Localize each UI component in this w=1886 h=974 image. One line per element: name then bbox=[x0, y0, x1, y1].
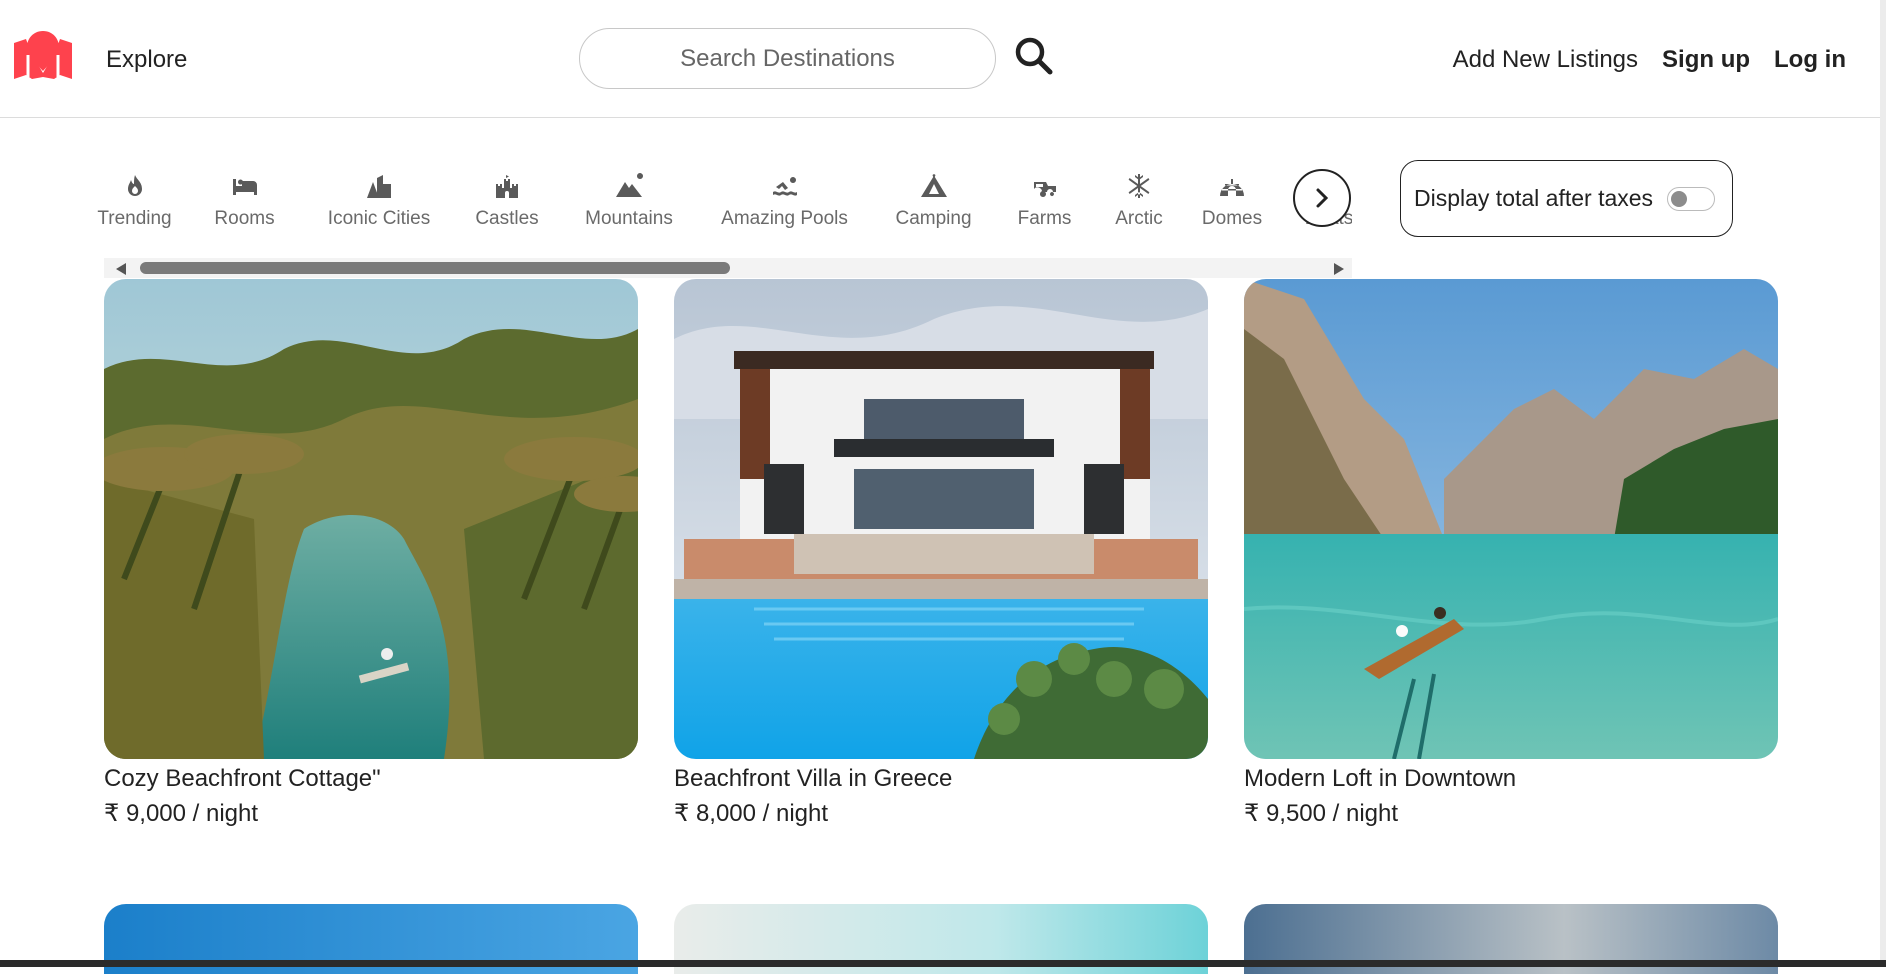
scroll-right-arrow-icon[interactable] bbox=[1334, 263, 1344, 275]
filter-label: Arctic bbox=[1115, 208, 1163, 229]
search-input[interactable] bbox=[580, 28, 995, 89]
listing-image[interactable] bbox=[104, 279, 638, 759]
scroll-left-arrow-icon[interactable] bbox=[116, 263, 126, 275]
filter-farms[interactable]: Farms bbox=[1018, 160, 1071, 260]
nav-links: Add New Listings Sign up Log in bbox=[1453, 46, 1846, 74]
listing-price: ₹ 9,500 / night bbox=[1244, 800, 1399, 827]
filter-label: Trending bbox=[97, 208, 172, 229]
filter-scrollbar[interactable] bbox=[104, 258, 1352, 278]
filter-iconic-cities[interactable]: Iconic Cities bbox=[328, 160, 430, 260]
filter-label: Mountains bbox=[585, 208, 673, 229]
filter-scroll-next-button[interactable] bbox=[1293, 169, 1351, 227]
listing-card[interactable]: Modern Loft in Downtown ₹ 9,500 / night bbox=[1244, 279, 1778, 828]
explore-link[interactable]: Explore bbox=[106, 46, 187, 74]
add-new-listing-link[interactable]: Add New Listings bbox=[1453, 46, 1638, 74]
filter-trending[interactable]: Trending bbox=[96, 160, 179, 260]
listing-title: Beachfront Villa in Greece bbox=[674, 765, 953, 792]
filter-mountains[interactable]: Mountains bbox=[584, 160, 674, 260]
city-icon bbox=[367, 175, 391, 198]
mountain-icon bbox=[616, 173, 643, 197]
filter-arctic[interactable]: Arctic bbox=[1115, 160, 1163, 260]
signup-link[interactable]: Sign up bbox=[1662, 46, 1750, 74]
fire-icon bbox=[127, 175, 142, 196]
login-link[interactable]: Log in bbox=[1774, 46, 1846, 74]
filter-label: Castles bbox=[475, 208, 539, 229]
filter-label: Camping bbox=[895, 208, 972, 229]
listing-title: Cozy Beachfront Cottage" bbox=[104, 765, 381, 792]
listing-price: ₹ 8,000 / night bbox=[674, 800, 829, 827]
filter-list: Trending Rooms Iconic Cities Castles Mou… bbox=[96, 160, 1352, 260]
listing-image[interactable] bbox=[674, 279, 1208, 759]
tax-switch[interactable] bbox=[1667, 186, 1716, 211]
filter-label: Farms bbox=[1017, 208, 1072, 229]
bed-icon bbox=[232, 179, 257, 195]
filter-amazing-pools[interactable]: Amazing Pools bbox=[721, 160, 848, 260]
filter-label: Rooms bbox=[214, 208, 275, 229]
listing-title: Modern Loft in Downtown bbox=[1244, 765, 1517, 792]
tent-icon bbox=[920, 174, 947, 197]
castle-icon bbox=[496, 175, 518, 198]
window-edge bbox=[1880, 0, 1886, 967]
window-bottom-border bbox=[0, 960, 1886, 967]
igloo-icon bbox=[1220, 179, 1244, 196]
swimmer-icon bbox=[772, 177, 797, 196]
search-box bbox=[579, 28, 996, 89]
filter-label: Domes bbox=[1201, 208, 1263, 229]
filter-camping[interactable]: Camping bbox=[895, 160, 972, 260]
filter-label: Amazing Pools bbox=[721, 208, 848, 229]
tractor-icon bbox=[1033, 182, 1056, 198]
filter-rooms[interactable]: Rooms bbox=[210, 160, 279, 260]
filter-domes[interactable]: Domes bbox=[1201, 160, 1263, 260]
chevron-right-icon bbox=[1316, 188, 1329, 208]
scrollbar-thumb[interactable] bbox=[140, 262, 730, 274]
brand-logo-icon[interactable] bbox=[14, 31, 72, 81]
filter-castles[interactable]: Castles bbox=[475, 160, 539, 260]
listing-card[interactable]: Beachfront Villa in Greece ₹ 8,000 / nig… bbox=[674, 279, 1208, 828]
search-icon[interactable] bbox=[1014, 36, 1054, 76]
listing-price: ₹ 9,000 / night bbox=[104, 800, 259, 827]
listing-card[interactable]: Cozy Beachfront Cottage" ₹ 9,000 / night bbox=[104, 279, 638, 828]
tax-toggle-label: Display total after taxes bbox=[1414, 185, 1654, 211]
navbar: Explore Add New Listings Sign up Log in bbox=[0, 0, 1886, 118]
listing-image[interactable] bbox=[1244, 279, 1778, 759]
snowflake-icon bbox=[1128, 174, 1150, 198]
tax-toggle[interactable]: Display total after taxes bbox=[1400, 160, 1733, 237]
filter-label: Iconic Cities bbox=[327, 208, 431, 229]
